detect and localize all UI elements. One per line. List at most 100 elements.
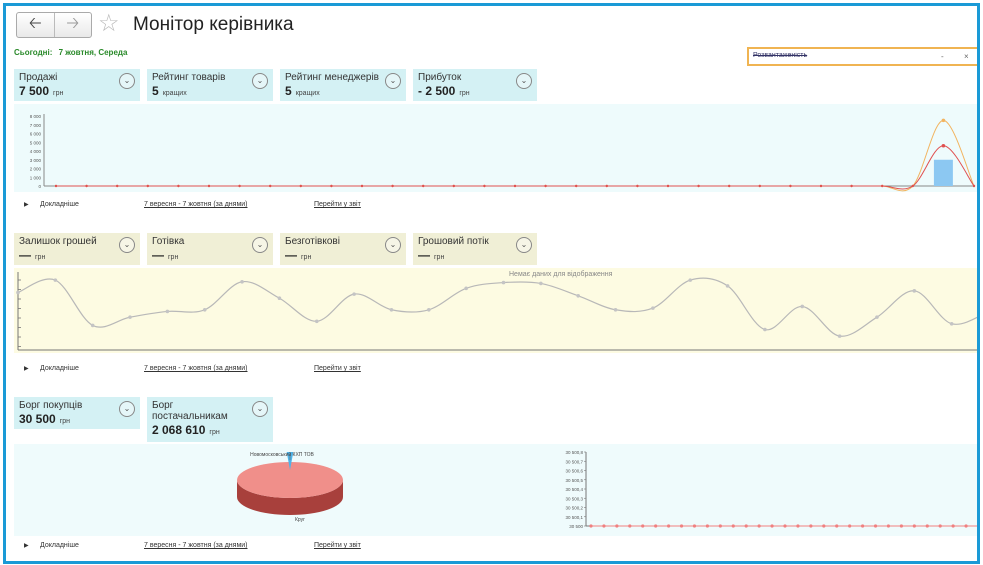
expand-triangle-icon[interactable]: ▶ — [24, 201, 29, 208]
data-point — [53, 278, 58, 282]
chevron-down-icon[interactable]: ⌄ — [252, 401, 268, 417]
data-point — [16, 290, 20, 295]
card-unit: грн — [209, 429, 220, 436]
goto-report-link[interactable]: Перейти у звіт — [314, 201, 361, 208]
card-cash-balance[interactable]: Залишок грошей — грн ⌄ — [14, 233, 140, 265]
data-point — [269, 184, 272, 188]
debts-footer: ▶ Докладніше 7 вересня - 7 жовтня (за дн… — [14, 539, 977, 553]
chevron-down-icon[interactable]: ⌄ — [516, 73, 532, 89]
cash-flow-line — [17, 277, 977, 337]
period-link[interactable]: 7 вересня - 7 жовтня (за днями) — [144, 201, 248, 208]
data-point — [539, 281, 543, 286]
data-point — [116, 184, 119, 188]
data-point — [873, 524, 878, 528]
favorite-star-icon[interactable]: ☆ — [98, 10, 120, 38]
data-point — [314, 319, 319, 324]
data-point — [202, 307, 207, 312]
data-point — [483, 184, 486, 188]
data-point — [758, 184, 761, 188]
data-point — [240, 279, 244, 284]
card-cashless[interactable]: Безготівкові — грн ⌄ — [280, 233, 406, 265]
y-tick-label: 30 500,3 — [565, 496, 583, 501]
expand-triangle-icon[interactable]: ▶ — [24, 365, 29, 372]
card-supplier-debt[interactable]: Борг постачальникам 2 068 610 грн ⌄ — [147, 397, 273, 442]
details-link[interactable]: Докладніше — [40, 365, 79, 372]
monitor-window: 🡠 🡢 ☆ Монітор керівника Сьогодні: 7 жовт… — [3, 3, 980, 564]
period-link[interactable]: 7 вересня - 7 жовтня (за днями) — [144, 365, 248, 372]
data-point — [636, 184, 639, 188]
period-link[interactable]: 7 вересня - 7 жовтня (за днями) — [144, 542, 248, 549]
card-profit[interactable]: Прибуток - 2 500 грн ⌄ — [413, 69, 537, 101]
card-label: Залишок грошей — [19, 236, 97, 247]
goto-report-link[interactable]: Перейти у звіт — [314, 542, 361, 549]
chevron-down-icon[interactable]: ⌄ — [119, 73, 135, 89]
forward-button[interactable]: 🡢 — [53, 13, 92, 37]
series-line-orange — [56, 119, 975, 192]
card-cash-flow[interactable]: Грошовий потік — грн ⌄ — [413, 233, 537, 265]
y-tick-label: 30 500,5 — [565, 478, 583, 483]
card-label: Прибуток — [418, 72, 462, 83]
card-cash[interactable]: Готівка — грн ⌄ — [147, 233, 273, 265]
data-point — [238, 184, 241, 188]
y-tick-label: 6 000 — [30, 132, 42, 137]
card-value: 7 500 — [19, 84, 50, 98]
y-tick-label: 7 000 — [30, 123, 42, 128]
chevron-down-icon[interactable]: ⌄ — [252, 73, 268, 89]
pie-label-bottom: Круг — [295, 517, 305, 523]
card-customer-debt[interactable]: Борг покупців 30 500 грн ⌄ — [14, 397, 140, 429]
data-point — [912, 289, 917, 293]
card-label: Готівка — [152, 236, 185, 247]
history-nav: 🡠 🡢 — [16, 12, 92, 38]
data-point — [299, 184, 302, 188]
card-label: Безготівкові — [285, 236, 340, 247]
card-label: Грошовий потік — [418, 236, 489, 247]
search-close-button[interactable]: × — [964, 49, 969, 64]
search-input[interactable] — [753, 50, 933, 61]
data-point — [875, 315, 879, 319]
search-minus-button[interactable]: - — [941, 49, 944, 64]
page-title: Монітор керівника — [133, 14, 294, 35]
chevron-down-icon[interactable]: ⌄ — [385, 237, 401, 253]
y-tick-label: 3 000 — [30, 158, 42, 163]
card-label: Рейтинг менеджерів — [285, 72, 379, 83]
data-point — [886, 524, 891, 528]
data-point — [628, 524, 632, 528]
card-sales[interactable]: Продажі 7 500 грн ⌄ — [14, 69, 140, 101]
expand-triangle-icon[interactable]: ▶ — [24, 542, 29, 549]
arrow-right-icon: 🡢 — [66, 14, 80, 32]
data-point — [938, 524, 942, 528]
data-point — [128, 315, 132, 319]
card-unit: грн — [53, 90, 64, 97]
y-tick-label: 30 500,6 — [565, 469, 583, 474]
data-point — [165, 309, 170, 314]
card-managers-rating[interactable]: Рейтинг менеджерів 5 кращих ⌄ — [280, 69, 406, 101]
data-point — [837, 334, 842, 338]
y-tick-label: 30 500,2 — [565, 506, 583, 511]
data-point — [452, 184, 455, 188]
chevron-down-icon[interactable]: ⌄ — [385, 73, 401, 89]
data-point — [501, 280, 506, 285]
details-link[interactable]: Докладніше — [40, 201, 79, 208]
data-point — [54, 184, 58, 188]
data-point — [146, 184, 149, 188]
back-button[interactable]: 🡠 — [17, 13, 54, 37]
goto-report-link[interactable]: Перейти у звіт — [314, 365, 361, 372]
chevron-down-icon[interactable]: ⌄ — [119, 401, 135, 417]
pie-label-top: Новомосковський КХП ТОВ — [250, 451, 314, 458]
card-label: Борг постачальникам — [152, 400, 228, 422]
data-point — [667, 524, 671, 528]
chevron-down-icon[interactable]: ⌄ — [516, 237, 532, 253]
data-point — [697, 184, 700, 188]
data-point — [977, 524, 979, 527]
chevron-down-icon[interactable]: ⌄ — [252, 237, 268, 253]
card-products-rating[interactable]: Рейтинг товарів 5 кращих ⌄ — [147, 69, 273, 101]
data-point — [391, 184, 394, 188]
today-label: Сьогодні: — [14, 48, 53, 57]
data-point — [941, 143, 946, 148]
data-point — [912, 524, 916, 528]
data-point — [796, 524, 800, 528]
data-point — [972, 184, 976, 188]
card-unit: грн — [59, 418, 71, 425]
details-link[interactable]: Докладніше — [40, 542, 79, 549]
chevron-down-icon[interactable]: ⌄ — [119, 237, 135, 253]
